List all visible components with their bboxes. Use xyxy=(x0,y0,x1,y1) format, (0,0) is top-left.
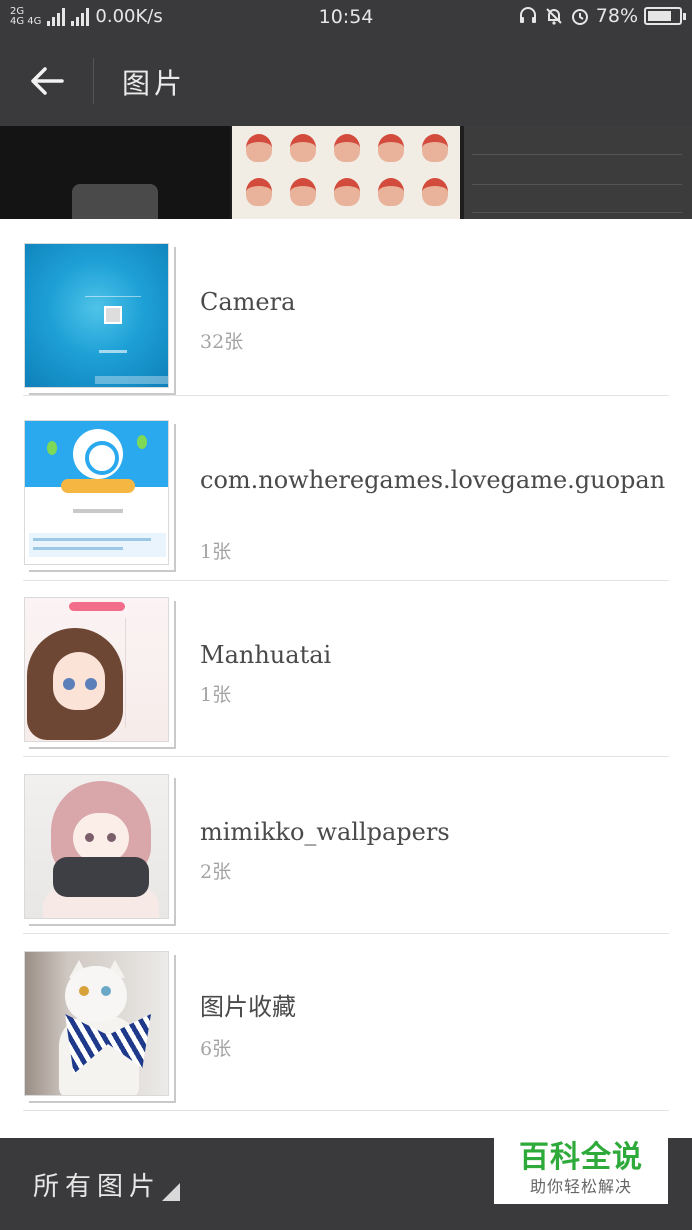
album-name: com.nowheregames.lovegame.guopan xyxy=(200,466,666,494)
battery-level xyxy=(648,11,672,21)
dropdown-triangle-icon xyxy=(162,1183,180,1201)
album-list-panel: Camera 32张 com.nowheregames.lovegame.guo… xyxy=(0,219,692,1138)
battery-icon xyxy=(644,7,686,25)
headset-icon xyxy=(519,7,536,23)
back-button[interactable] xyxy=(18,56,76,106)
album-count: 6张 xyxy=(200,1038,232,1060)
divider xyxy=(23,1110,669,1111)
album-item-favorites[interactable]: 图片收藏 6张 xyxy=(0,934,692,1111)
album-filter-label: 所有图片 xyxy=(33,1172,162,1202)
status-right: 78% xyxy=(518,5,686,27)
arrow-left-icon xyxy=(31,67,64,95)
background-document-tile xyxy=(464,126,692,220)
page-title: 图片 xyxy=(122,67,187,100)
watermark-subtitle: 助你轻松解决 xyxy=(529,1177,632,1196)
album-name: mimikko_wallpapers xyxy=(200,818,450,846)
album-item-mimikko[interactable]: mimikko_wallpapers 2张 xyxy=(0,757,692,934)
background-camera-tile xyxy=(0,126,230,220)
album-item-camera[interactable]: Camera 32张 xyxy=(0,219,692,396)
album-name: 图片收藏 xyxy=(200,993,296,1021)
album-thumbnail xyxy=(23,773,176,926)
album-count: 1张 xyxy=(200,684,232,706)
album-name: Camera xyxy=(200,288,296,316)
divider xyxy=(23,395,669,396)
background-grid xyxy=(0,126,692,220)
camera-icon xyxy=(72,184,158,220)
clock-icon xyxy=(571,9,588,25)
background-sticker-tile xyxy=(232,126,460,220)
watermark-title: 百科全说 xyxy=(519,1140,643,1175)
battery-percent: 78% xyxy=(595,5,638,27)
album-count: 32张 xyxy=(200,331,244,353)
album-count: 2张 xyxy=(200,861,232,883)
app-bar-divider xyxy=(93,58,94,104)
album-thumbnail xyxy=(23,950,176,1103)
album-count: 1张 xyxy=(200,541,232,563)
album-item-guopan[interactable]: com.nowheregames.lovegame.guopan 1张 xyxy=(0,403,692,581)
album-item-manhuatai[interactable]: Manhuatai 1张 xyxy=(0,580,692,757)
status-bar: 2G 4G 4G 0.00K/s 10:54 78% xyxy=(0,0,692,34)
album-name: Manhuatai xyxy=(200,641,332,669)
watermark-logo: 百科全说 助你轻松解决 xyxy=(494,1138,668,1204)
album-filter-dropdown[interactable]: 所有图片 xyxy=(0,1138,200,1230)
app-bar: 图片 xyxy=(0,34,692,126)
album-thumbnail xyxy=(23,419,176,572)
album-thumbnail xyxy=(23,242,176,395)
album-thumbnail xyxy=(23,596,176,749)
alarm-silent-icon xyxy=(546,8,562,25)
